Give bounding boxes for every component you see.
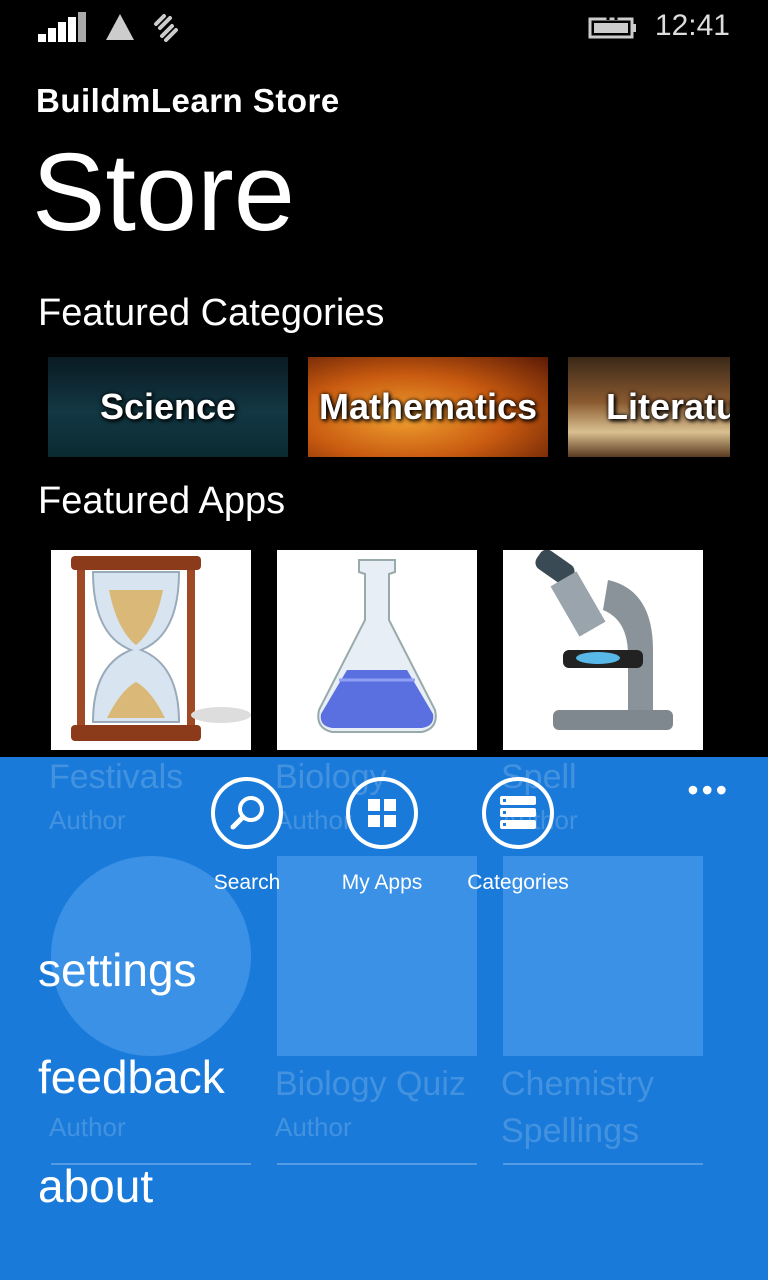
app-title: BuildmLearn Store xyxy=(36,82,340,119)
app-name: Biology Quiz xyxy=(275,1065,466,1103)
grid-icon xyxy=(346,777,418,849)
menu-item-about[interactable]: about xyxy=(38,1159,153,1213)
category-label: Literatu xyxy=(606,386,730,427)
list-icon xyxy=(482,777,554,849)
search-label: Search xyxy=(213,871,281,894)
app-name-line2: Spellings xyxy=(501,1112,639,1150)
featured-apps-heading: Featured Apps xyxy=(38,480,286,522)
hourglass-icon xyxy=(71,556,251,741)
menu-item-settings[interactable]: settings xyxy=(38,943,197,997)
flask-icon xyxy=(317,559,437,733)
featured-categories-list[interactable]: Science Mathematics Literatu xyxy=(48,357,730,459)
category-label: Science xyxy=(99,386,237,427)
search-button[interactable]: Search xyxy=(187,777,307,907)
search-icon xyxy=(211,777,283,849)
featured-categories-heading: Featured Categories xyxy=(38,292,385,334)
my-apps-button[interactable]: My Apps xyxy=(322,777,442,907)
app-author: Author xyxy=(275,1112,352,1142)
app-tile-spell[interactable] xyxy=(503,549,703,750)
status-clock: 12:41 xyxy=(654,9,730,42)
data-connection-icon xyxy=(154,14,178,42)
divider xyxy=(503,1163,703,1165)
microscope-icon xyxy=(535,549,673,730)
app-tile-biology[interactable] xyxy=(277,550,477,750)
app-name: Festivals xyxy=(49,758,184,796)
category-label: Mathematics xyxy=(318,386,538,427)
app-author: Author xyxy=(49,1112,126,1142)
page-title: Store xyxy=(32,131,295,254)
categories-label: Categories xyxy=(467,871,569,894)
battery-charging-icon xyxy=(588,16,636,39)
category-tile-science[interactable]: Science xyxy=(48,357,288,457)
category-tile-literature[interactable]: Literatu xyxy=(568,357,730,457)
more-options-icon[interactable]: ••• xyxy=(687,772,730,809)
app-name: Chemistry xyxy=(501,1065,655,1103)
divider xyxy=(277,1163,477,1165)
app-tile-festivals[interactable] xyxy=(51,550,251,750)
my-apps-label: My Apps xyxy=(341,871,423,894)
menu-item-feedback[interactable]: feedback xyxy=(38,1050,225,1104)
category-tile-mathematics[interactable]: Mathematics xyxy=(308,357,548,457)
roaming-triangle-icon xyxy=(106,14,134,40)
app-author: Author xyxy=(49,805,126,835)
status-bar: 12:41 xyxy=(0,0,768,56)
signal-strength-icon xyxy=(38,12,88,42)
categories-button[interactable]: Categories xyxy=(458,777,578,907)
